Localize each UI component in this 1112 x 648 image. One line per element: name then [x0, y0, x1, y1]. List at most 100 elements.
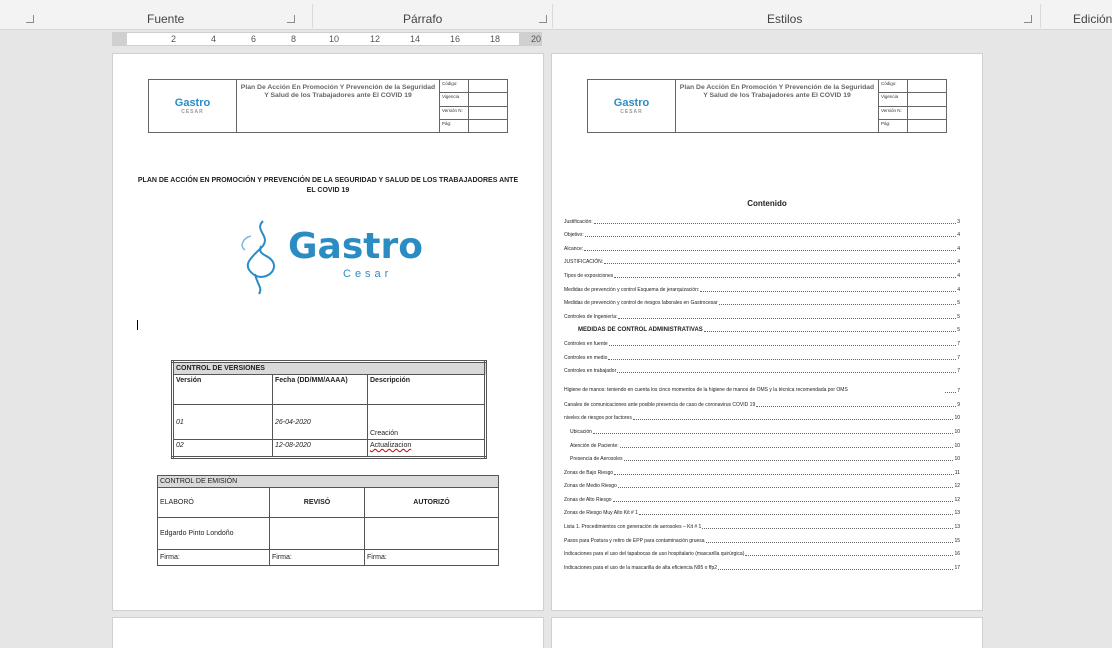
styles-launcher-icon[interactable]: [1024, 15, 1032, 23]
version-cell: 02: [172, 439, 273, 458]
toc-entry[interactable]: Zonas de Medio Riesgo 12: [564, 476, 960, 490]
toc-leader: [718, 568, 954, 570]
toc-entry-title: JUSTIFICACIÓN:: [564, 259, 604, 266]
toc-entry[interactable]: niveles de riesgos por factores 10: [564, 408, 960, 422]
document-page-2[interactable]: Gastro CESAR Plan De Acción En Promoción …: [552, 54, 982, 610]
version-cell: 01: [172, 404, 273, 440]
paragraph-launcher-icon[interactable]: [539, 15, 547, 23]
toc-entry[interactable]: Medidas de prevención y control de riesg…: [564, 293, 960, 307]
document-page-3[interactable]: [113, 618, 543, 648]
toc-entry-page: 7: [957, 388, 960, 395]
toc-entry[interactable]: Zonas de Riesgo Muy Alto Kit # 1 13: [564, 503, 960, 516]
toc-leader: [702, 528, 954, 530]
document-title: PLAN DE ACCIÓN EN PROMOCIÓN Y PREVENCIÓN…: [137, 177, 519, 194]
toc-entry[interactable]: Alcance: 4: [564, 238, 960, 252]
toc-entry-title: Lista 1. Procedimientos con generación d…: [564, 524, 702, 531]
toc-leader: [584, 236, 957, 238]
col-header-elaborated: ELABORÓ: [157, 487, 270, 518]
toc-entry-page: 10: [954, 456, 960, 463]
col-header-date: Fecha (DD/MM/AAAA): [272, 374, 368, 405]
toc-entry[interactable]: Controles de Ingeniería: 5: [564, 306, 960, 320]
emission-table-title: CONTROL DE EMISIÓN: [157, 475, 499, 488]
toc-leader: [945, 392, 957, 394]
toc-entry[interactable]: Indicaciones para el uso de la mascarill…: [564, 557, 960, 571]
document-page-1[interactable]: Gastro CESAR Plan De Acción En Promoción …: [113, 54, 543, 610]
meta-code: Código:: [879, 80, 946, 94]
ruler-tick: 10: [329, 34, 340, 44]
toc-entry-title: Zonas de Bajo Riesgo: [564, 469, 614, 476]
toc-entry-title: MEDIDAS DE CONTROL ADMINISTRATIVAS: [578, 327, 703, 334]
date-cell: 12-08-2020: [272, 439, 368, 458]
toc-entry[interactable]: Atención de Paciente: 10: [564, 435, 960, 449]
toc-entry[interactable]: Medidas de prevención y control Esquema …: [564, 279, 960, 293]
logo-sub-text: Cesar: [343, 268, 393, 280]
horizontal-ruler[interactable]: 2 4 6 8 10 12 14 16 18 20: [112, 32, 542, 46]
toc-entry-page: 4: [957, 259, 960, 266]
toc-leader: [703, 331, 957, 333]
toc-leader: [617, 372, 957, 374]
toc-entry[interactable]: Justificación: 3: [564, 211, 960, 225]
ruler-tick: 14: [410, 34, 421, 44]
col-header-version: Versión: [172, 374, 273, 405]
description-cell: Actualizacion: [367, 439, 486, 458]
toc-entry[interactable]: Canales de comunicaciones ante posible p…: [564, 394, 960, 408]
toc-entry-title: Controles en trabajador: [564, 368, 617, 375]
toc-entry-page: 10: [954, 428, 960, 435]
toc-entry-page: 4: [957, 286, 960, 293]
toc-leader: [617, 487, 954, 489]
toc-leader: [745, 555, 954, 557]
toc-entry[interactable]: Controles en trabajador 7: [564, 361, 960, 375]
toc-entry[interactable]: Zonas de Alto Riesgo 12: [564, 489, 960, 503]
toc-entry[interactable]: Indicaciones para el uso del tapabocas d…: [564, 544, 960, 558]
table-row: 02 12-08-2020 Actualizacion: [172, 439, 486, 458]
ruler-tick: 12: [370, 34, 381, 44]
toc-entry-page: 4: [957, 245, 960, 252]
toc-entry-title: Presencia de Aerosoles: [570, 456, 623, 463]
toc-entry[interactable]: Presencia de Aerosoles 10: [564, 449, 960, 463]
font-launcher-icon[interactable]: [287, 15, 295, 23]
page-header-table: Gastro CESAR Plan De Acción En Promoción …: [148, 79, 508, 133]
toc-entry[interactable]: Ubicación 10: [564, 421, 960, 435]
table-row: 01 26-04-2020 Creación: [172, 404, 486, 440]
toc-entry-title: Indicaciones para el uso del tapabocas d…: [564, 551, 745, 558]
authorized-name: [364, 517, 499, 550]
toc-entry-title: niveles de riesgos por factores: [564, 415, 632, 422]
document-page-4[interactable]: [552, 618, 982, 648]
toc-entry[interactable]: MEDIDAS DE CONTROL ADMINISTRATIVAS 5: [564, 320, 960, 334]
toc-entry-title: Pasos para Postura y retiro de EPP para …: [564, 537, 705, 544]
toc-entry[interactable]: Tipos de exposiciones 4: [564, 265, 960, 279]
reviewed-name: [269, 517, 365, 550]
toc-entry-page: 5: [957, 300, 960, 307]
toc-entry[interactable]: JUSTIFICACIÓN: 4: [564, 252, 960, 266]
toc-leader: [593, 222, 957, 224]
clipboard-launcher-icon[interactable]: [26, 15, 34, 23]
header-logo: Gastro CESAR: [149, 80, 237, 132]
toc-entry-title: Controles en fuente: [564, 340, 608, 347]
toc-entry-title: Ubicación: [570, 428, 592, 435]
toc-entry[interactable]: Higiene de manos: teniendo en cuenta los…: [564, 374, 960, 394]
toc-entry-page: 12: [954, 496, 960, 503]
ribbon-separator: [552, 4, 553, 28]
toc-leader: [638, 514, 954, 516]
toc-entry[interactable]: Pasos para Postura y retiro de EPP para …: [564, 530, 960, 544]
meta-version: Versión N:: [440, 106, 507, 120]
toc-entry[interactable]: Controles en medio 7: [564, 347, 960, 361]
ruler-margin-left: [113, 33, 127, 45]
meta-page: Pág:: [879, 119, 946, 133]
toc-entry-page: 4: [957, 232, 960, 239]
toc-entry-title: Medidas de prevención y control de riesg…: [564, 300, 718, 307]
text-cursor: [137, 320, 138, 330]
col-header-description: Descripción: [367, 374, 486, 405]
toc-entry-title: Tipos de exposiciones: [564, 272, 614, 279]
description-cell: Creación: [367, 404, 486, 440]
toc-entry-page: 12: [954, 483, 960, 490]
toc-leader: [619, 446, 954, 448]
toc-entry[interactable]: Lista 1. Procedimientos con generación d…: [564, 516, 960, 530]
ruler-tick: 18: [490, 34, 501, 44]
toc-entry-title: Justificación:: [564, 218, 593, 225]
stomach-icon: [241, 220, 275, 295]
toc-entry[interactable]: Controles en fuente 7: [564, 333, 960, 347]
toc-entry[interactable]: Zonas de Bajo Riesgo 11: [564, 462, 960, 476]
toc-entry-title: Objetivo:: [564, 232, 584, 239]
toc-entry[interactable]: Objetivo: 4: [564, 225, 960, 239]
